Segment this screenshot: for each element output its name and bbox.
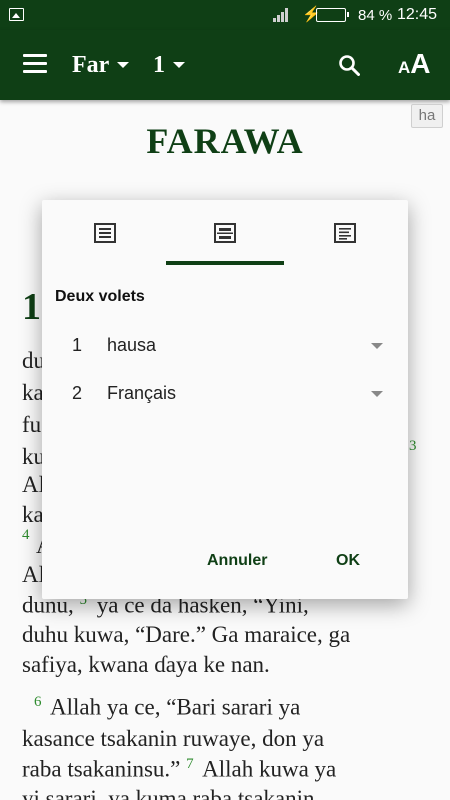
- menu-icon[interactable]: [23, 54, 47, 74]
- book-selector[interactable]: Far: [72, 50, 130, 80]
- gallery-icon: [9, 8, 24, 21]
- pane-row-2[interactable]: 2 Français: [42, 373, 408, 413]
- dropdown-arrow-icon[interactable]: [371, 391, 383, 397]
- chevron-down-icon: [117, 62, 130, 68]
- tab-two-panes[interactable]: [164, 200, 286, 266]
- pane-version-select[interactable]: Français: [107, 383, 176, 404]
- pane-number: 1: [72, 335, 83, 355]
- chevron-down-icon: [173, 62, 185, 68]
- tab-single-pane[interactable]: [44, 200, 166, 266]
- layout-tabs: [42, 200, 408, 266]
- chapter-selector[interactable]: 1: [153, 50, 185, 80]
- pane-row-1[interactable]: 1 hausa: [42, 325, 408, 365]
- search-icon[interactable]: [338, 54, 360, 76]
- chapter-number: 1: [153, 51, 165, 78]
- selected-tab-indicator: [166, 261, 284, 265]
- app-bar: Far 1 AA: [0, 30, 450, 100]
- single-pane-icon: [94, 223, 116, 243]
- pane-number: 2: [72, 383, 83, 403]
- ok-button[interactable]: OK: [336, 552, 360, 570]
- status-time: 12:45: [397, 6, 438, 23]
- cancel-button[interactable]: Annuler: [207, 552, 267, 570]
- pane-version-select[interactable]: hausa: [107, 335, 156, 356]
- battery-icon: [316, 8, 349, 22]
- book-name: Far: [72, 51, 110, 78]
- interlinear-icon: [334, 223, 356, 243]
- two-panes-icon: [214, 223, 236, 243]
- dialog-title: Deux volets: [55, 288, 145, 305]
- text-size-icon[interactable]: AA: [398, 48, 431, 80]
- dropdown-arrow-icon[interactable]: [371, 343, 383, 349]
- signal-icon: [273, 8, 291, 22]
- layout-dialog: Deux volets 1 hausa 2 Français Annuler O…: [42, 200, 408, 599]
- status-bar: ⚡ 84 % 12:45: [0, 0, 450, 30]
- battery-percent: 84 %: [358, 7, 393, 24]
- tab-interlinear[interactable]: [284, 200, 406, 266]
